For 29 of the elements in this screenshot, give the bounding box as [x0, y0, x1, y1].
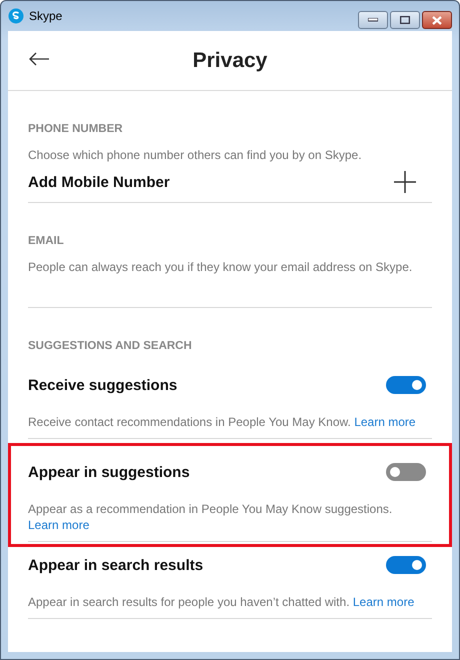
section-heading: EMAIL: [28, 235, 65, 247]
setting-description: Appear as a recommendation in People You May Know suggestions. Learn more: [28, 501, 394, 533]
toggle-switch[interactable]: [386, 556, 426, 574]
learn-more-link[interactable]: Learn more: [28, 518, 90, 532]
add-button[interactable]: [394, 171, 416, 193]
toggle-switch[interactable]: [386, 463, 426, 481]
setting-label: Appear in suggestions: [28, 464, 190, 480]
maximize-button[interactable]: [390, 11, 420, 29]
section-heading: PHONE NUMBER: [28, 123, 124, 135]
back-button[interactable]: [28, 51, 50, 67]
section-description: Choose which phone number others can find you by on Skype.: [28, 147, 363, 163]
minimize-icon: [368, 18, 378, 22]
setting-label: Appear in search results: [28, 556, 204, 574]
maximize-icon: [400, 16, 410, 24]
learn-more-link[interactable]: Learn more: [352, 595, 414, 609]
setting-description: Receive contact recommendations in People You May Know. Learn more: [28, 414, 417, 430]
learn-more-link[interactable]: Learn more: [354, 415, 416, 429]
minimize-button[interactable]: [358, 11, 388, 29]
page-title: Privacy: [192, 48, 268, 72]
section-heading: SUGGESTIONS AND SEARCH: [28, 340, 193, 352]
toggle-switch[interactable]: [386, 376, 426, 394]
setting-label: Receive suggestions: [28, 376, 178, 394]
window-title: Skype: [29, 9, 64, 23]
close-icon: [432, 16, 442, 24]
setting-description: Appear in search results for people you haven’t chatted with. Learn more: [28, 594, 416, 610]
add-mobile-number-label: Add Mobile Number: [28, 174, 170, 190]
section-description: People can always reach you if they know your email address on Skype.: [28, 259, 414, 275]
skype-logo-icon: [8, 8, 24, 24]
close-button[interactable]: [422, 11, 452, 29]
